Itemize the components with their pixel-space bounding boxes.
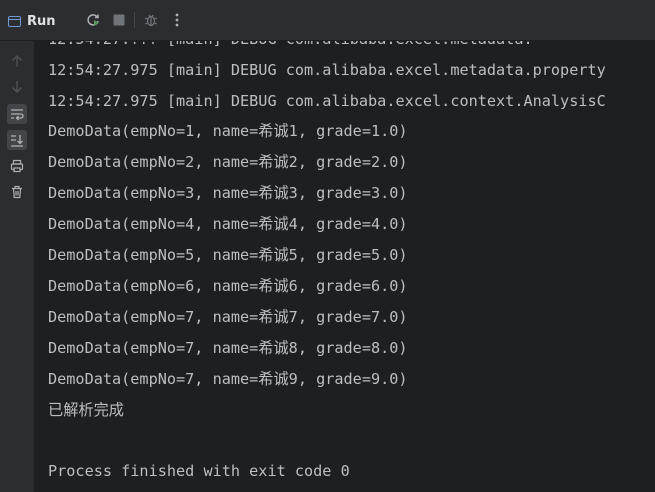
- scroll-to-end-icon[interactable]: [7, 130, 27, 150]
- run-toolbar: Run: [0, 0, 655, 41]
- rerun-icon[interactable]: [84, 11, 102, 29]
- console-sidebar: [0, 41, 34, 492]
- run-tab[interactable]: Run: [8, 9, 56, 33]
- debug-settings-icon[interactable]: [142, 11, 160, 29]
- console-line: DemoData(empNo=6, name=希诚6, grade=6.0): [48, 277, 408, 295]
- console-line: DemoData(empNo=7, name=希诚7, grade=7.0): [48, 308, 408, 326]
- scroll-down-icon[interactable]: [7, 77, 27, 97]
- console-line: DemoData(empNo=1, name=希诚1, grade=1.0): [48, 122, 408, 140]
- console-line: DemoData(empNo=5, name=希诚5, grade=5.0): [48, 246, 408, 264]
- console-line: DemoData(empNo=7, name=希诚8, grade=8.0): [48, 339, 408, 357]
- stop-icon[interactable]: [110, 11, 128, 29]
- console-output[interactable]: 12:54:27.??? [main] DEBUG com.alibaba.ex…: [34, 41, 655, 492]
- scroll-up-icon[interactable]: [7, 51, 27, 71]
- console-line: DemoData(empNo=3, name=希诚3, grade=3.0): [48, 184, 408, 202]
- console-line: Process finished with exit code 0: [48, 462, 350, 480]
- console-line: DemoData(empNo=2, name=希诚2, grade=2.0): [48, 153, 408, 171]
- run-tab-label: Run: [27, 13, 56, 29]
- console-line: DemoData(empNo=7, name=希诚9, grade=9.0): [48, 370, 408, 388]
- toolbar-separator: [134, 12, 135, 28]
- more-options-icon[interactable]: [168, 11, 186, 29]
- soft-wrap-icon[interactable]: [7, 104, 27, 124]
- console-line: 12:54:27.??? [main] DEBUG com.alibaba.ex…: [48, 41, 533, 49]
- clear-console-icon[interactable]: [7, 182, 27, 202]
- console-line: 已解析完成: [48, 401, 124, 419]
- console-line: 12:54:27.975 [main] DEBUG com.alibaba.ex…: [48, 61, 606, 79]
- console-line: 12:54:27.975 [main] DEBUG com.alibaba.ex…: [48, 92, 606, 110]
- print-icon[interactable]: [7, 156, 27, 176]
- run-window-icon: [8, 15, 21, 27]
- console-line: DemoData(empNo=4, name=希诚4, grade=4.0): [48, 215, 408, 233]
